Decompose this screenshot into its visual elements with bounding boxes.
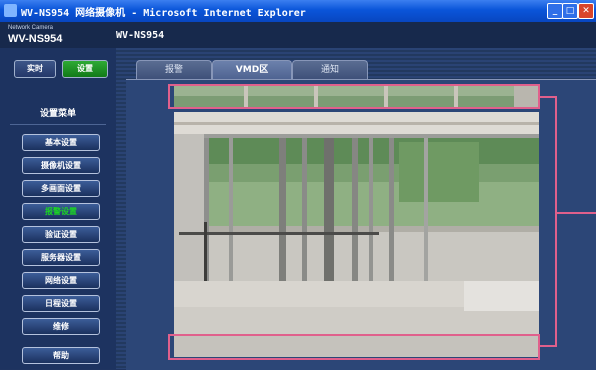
vmd-area-2[interactable] — [168, 334, 540, 360]
vmd-callout-line — [555, 212, 596, 214]
tab-notification[interactable]: 通知 — [292, 60, 368, 80]
model-label: WV-NS954 — [8, 33, 63, 45]
menu-camera[interactable]: 摄像机设置 — [22, 157, 100, 174]
vmd-bracket — [555, 96, 557, 346]
vmd-connector-bottom — [539, 345, 557, 347]
help-button[interactable]: 帮助 — [22, 347, 100, 364]
page-title: WV-NS954 — [116, 30, 165, 41]
menu-auth[interactable]: 验证设置 — [22, 226, 100, 243]
setup-mode-button[interactable]: 设置 — [62, 60, 108, 78]
window-title: WV-NS954 网络摄像机 - Microsoft Internet Expl… — [21, 8, 306, 19]
setup-menu-title: 设置菜单 — [10, 104, 106, 125]
menu-maintenance[interactable]: 维修 — [22, 318, 100, 335]
live-mode-button[interactable]: 实时 — [14, 60, 56, 78]
menu-schedule[interactable]: 日程设置 — [22, 295, 100, 312]
menu-network[interactable]: 网络设置 — [22, 272, 100, 289]
window-title-bar[interactable]: WV-NS954 网络摄像机 - Microsoft Internet Expl… — [0, 0, 596, 22]
tab-vmd-area[interactable]: VMD区 — [212, 60, 292, 80]
ie-icon — [4, 4, 17, 17]
menu-multiscreen[interactable]: 多画面设置 — [22, 180, 100, 197]
tab-alarm[interactable]: 报警 — [136, 60, 212, 80]
sidebar: 实时 设置 设置菜单 基本设置 摄像机设置 多画面设置 报警设置 验证设置 服务… — [0, 48, 116, 369]
brand-label: Network Camera — [8, 25, 54, 31]
menu-basic[interactable]: 基本设置 — [22, 134, 100, 151]
maximize-button[interactable]: □ — [562, 3, 578, 19]
menu-alarm[interactable]: 报警设置 — [22, 203, 100, 220]
vmd-area-1[interactable] — [168, 84, 540, 109]
camera-image[interactable] — [174, 112, 539, 357]
minimize-button[interactable]: _ — [547, 3, 563, 19]
menu-server[interactable]: 服务器设置 — [22, 249, 100, 266]
close-button[interactable]: ✕ — [578, 3, 594, 19]
camera-header: Network Camera WV-NS954 WV-NS954 — [0, 22, 596, 48]
